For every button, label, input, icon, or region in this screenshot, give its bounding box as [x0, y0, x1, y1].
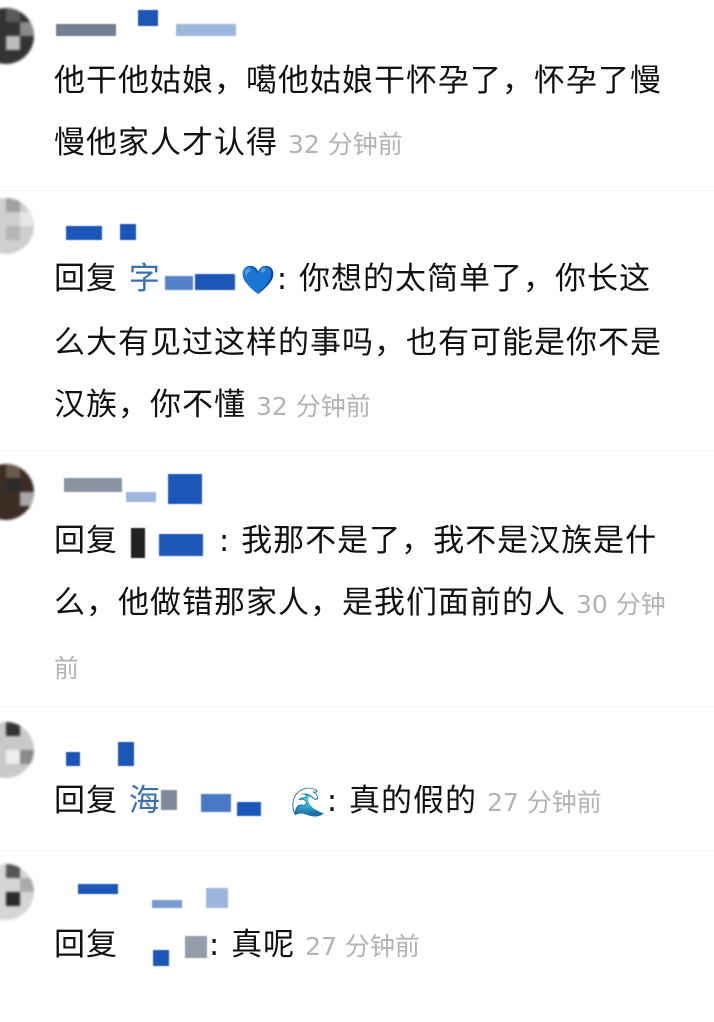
redacted-name-mosaic	[161, 266, 241, 296]
reply-label: 回复	[54, 261, 118, 297]
commenter-name[interactable]	[56, 742, 276, 770]
avatar[interactable]	[0, 8, 34, 64]
comment-text: 回复 海 🌊: 真的假的 27 分钟前	[54, 770, 674, 834]
divider	[0, 190, 714, 191]
commenter-name[interactable]	[56, 10, 276, 38]
reply-target-char: 字	[128, 261, 161, 297]
divider	[0, 706, 714, 707]
reply-target-link[interactable]	[129, 523, 219, 559]
redacted-name-mosaic	[129, 932, 209, 966]
reply-target-link[interactable]: 字	[129, 261, 241, 297]
commenter-name[interactable]	[56, 474, 276, 504]
comment-text: 回复 : 真呢 27 分钟前	[54, 914, 674, 978]
commenter-name[interactable]	[56, 880, 276, 908]
avatar[interactable]	[0, 864, 34, 920]
comment-body: : 真的假的	[326, 783, 478, 819]
reply-label: 回复	[54, 927, 118, 963]
comment-text: 回复 字 💙: 你想的太简单了，你长这么大有见过这样的事吗，也有可能是你不是汉族，…	[54, 248, 674, 438]
divider	[0, 450, 714, 451]
divider	[0, 850, 714, 851]
comment-time: 32 分钟前	[288, 130, 403, 159]
redacted-name-mosaic	[129, 527, 219, 558]
blue-heart-icon: 💙	[240, 263, 277, 297]
comment-time: 32 分钟前	[256, 391, 371, 421]
comment-body: : 真呢	[208, 927, 296, 963]
reply-label: 回复	[54, 523, 118, 559]
wave-icon: 🌊	[290, 785, 327, 819]
reply-target-char: 海	[128, 783, 161, 819]
redacted-name-mosaic	[160, 788, 291, 818]
comment-time: 27 分钟前	[487, 788, 602, 817]
reply-target-link[interactable]	[129, 927, 209, 966]
comment-text: 他干他姑娘，噶他姑娘干怀孕了，怀孕了慢慢他家人才认得 32 分钟前	[54, 50, 674, 176]
reply-label: 回复	[54, 783, 118, 819]
avatar[interactable]	[0, 464, 34, 520]
commenter-name[interactable]	[56, 220, 276, 248]
avatar[interactable]	[0, 198, 34, 254]
comment-text: 回复 : 我那不是了，我不是汉族是什么，他做错那家人，是我们面前的人 30 分钟前	[54, 510, 674, 700]
avatar[interactable]	[0, 722, 34, 778]
comment-time: 27 分钟前	[305, 932, 420, 961]
reply-target-link[interactable]: 海	[129, 783, 291, 819]
